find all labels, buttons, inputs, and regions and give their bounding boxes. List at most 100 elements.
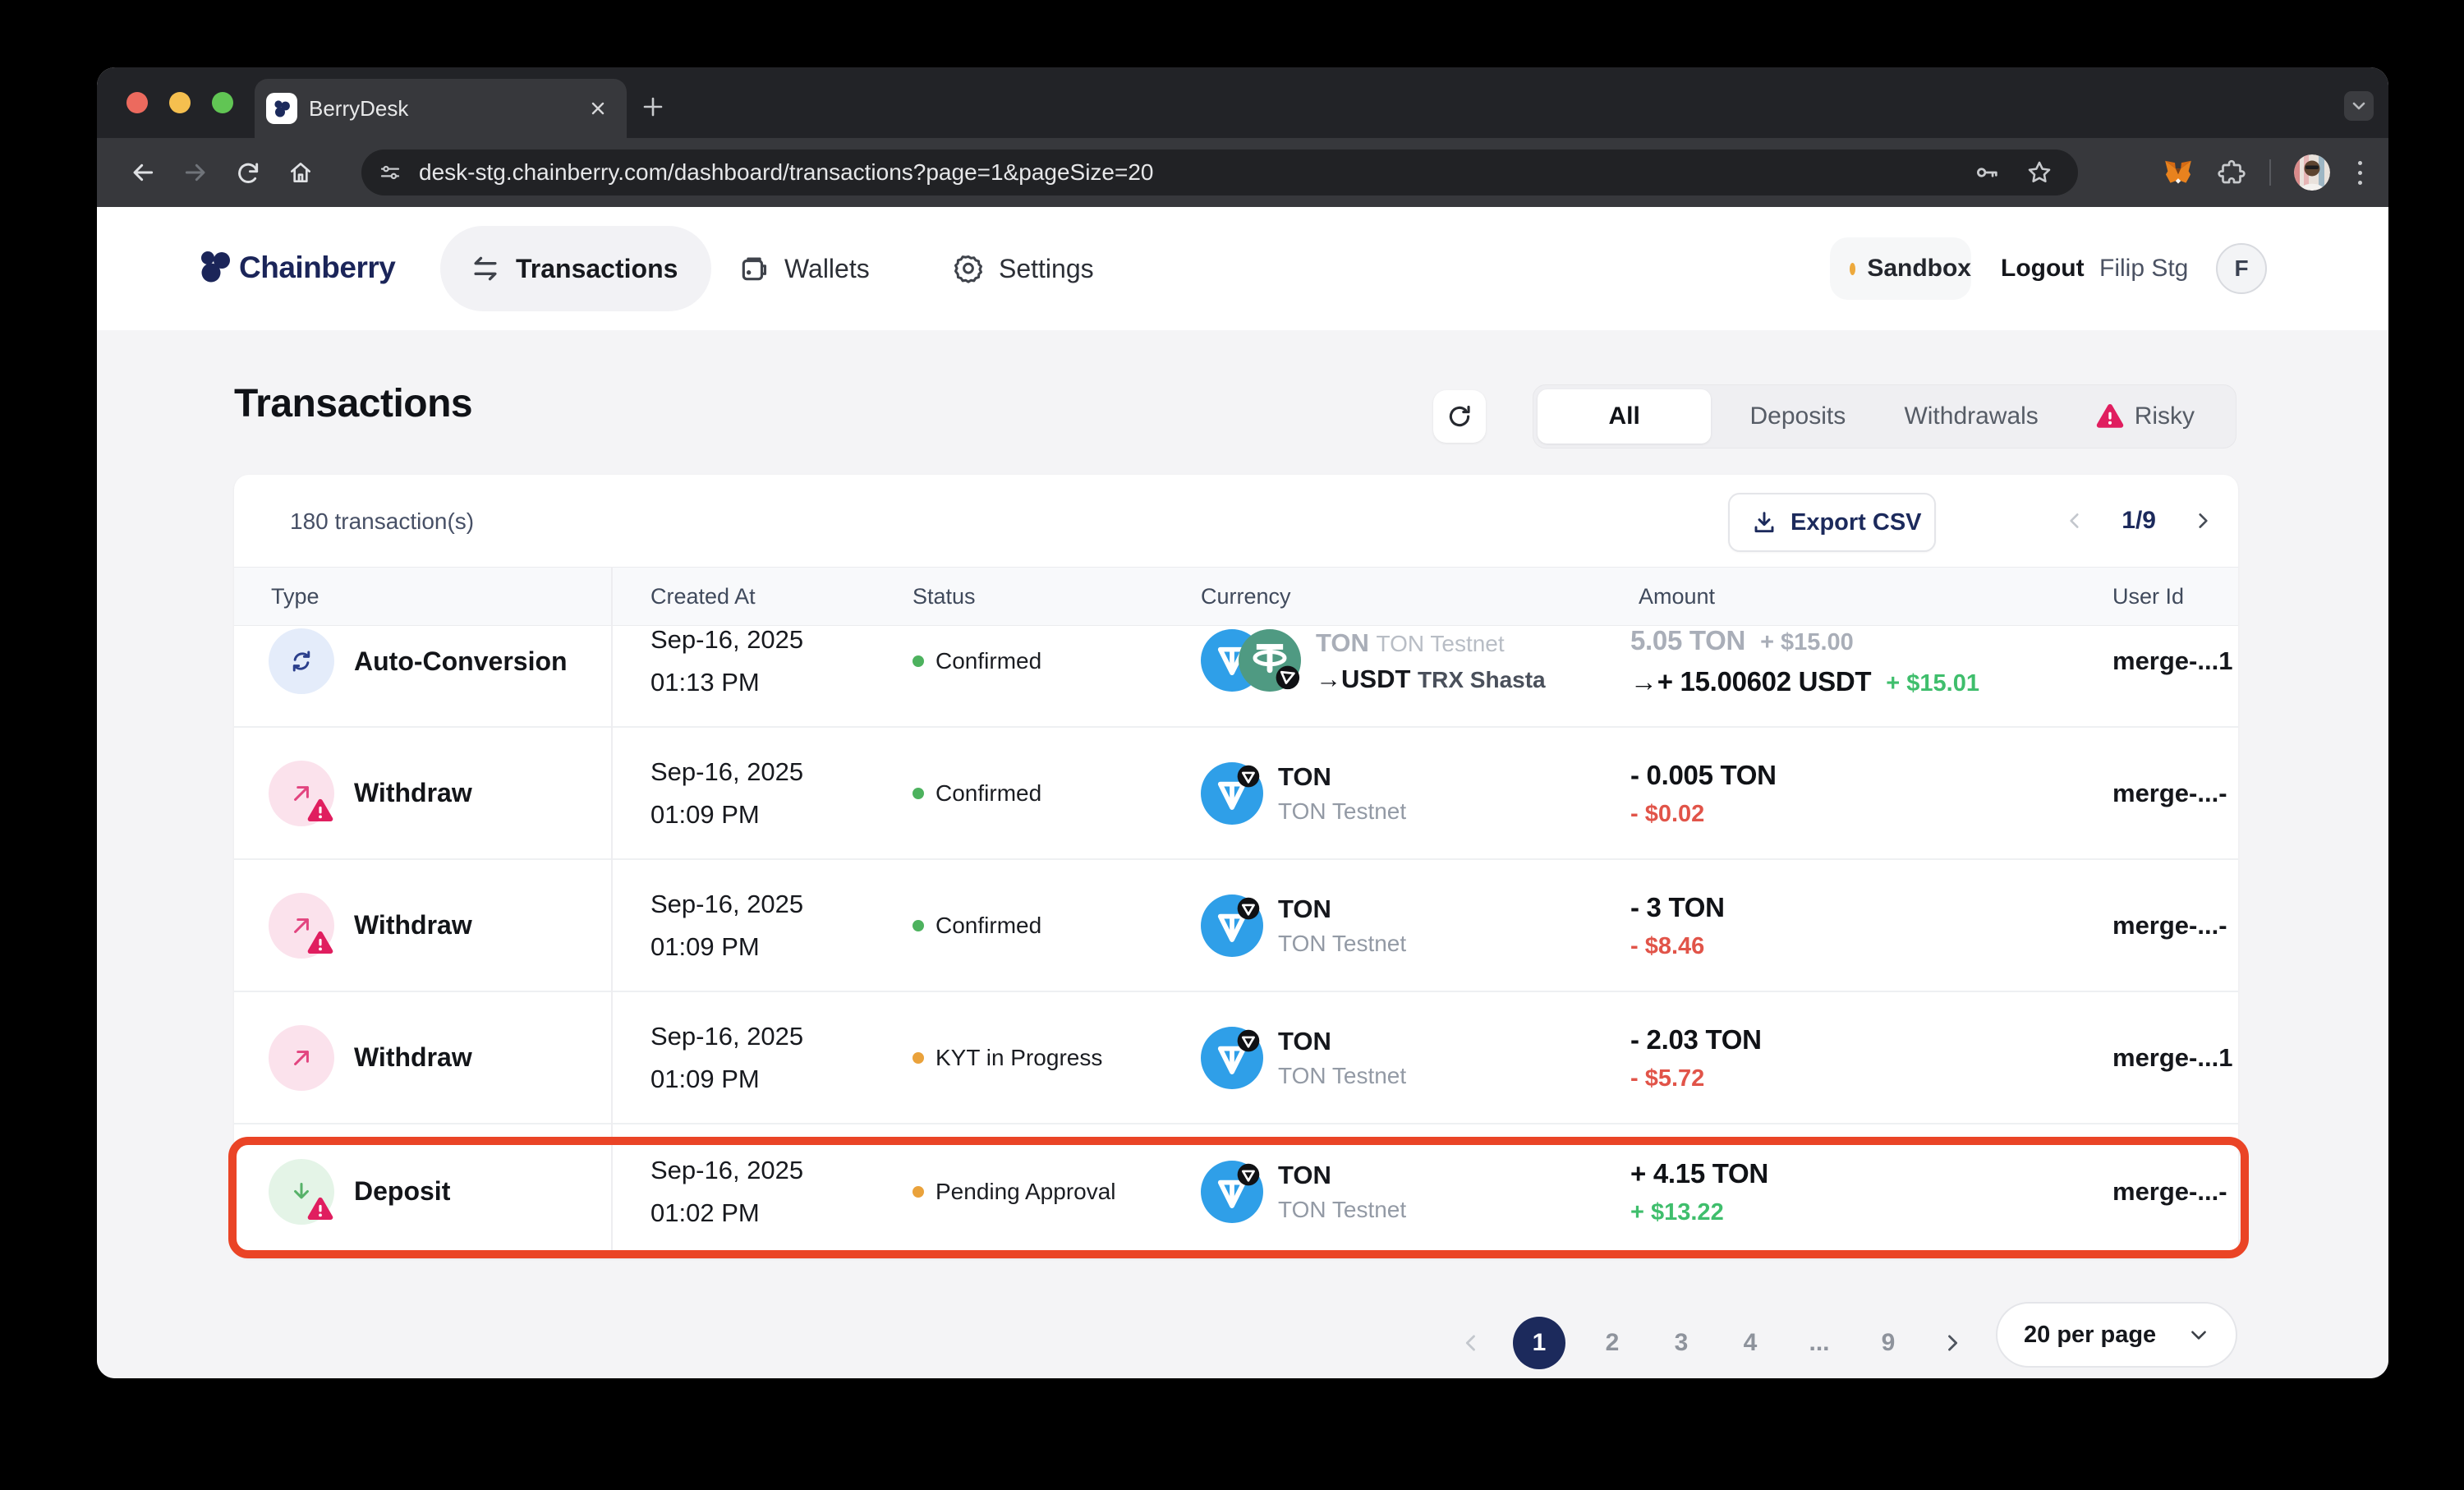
tab-risky[interactable]: Risky xyxy=(2058,389,2232,444)
withdraw-icon xyxy=(269,893,334,959)
browser-window: BerryDesk desk-stg.chainbe xyxy=(97,67,2388,1378)
status-cell: Confirmed xyxy=(908,648,1197,674)
usdt-coin-icon xyxy=(1239,629,1301,692)
currency-symbol: TON xyxy=(1278,1023,1406,1060)
pager-next-icon[interactable] xyxy=(2192,510,2213,531)
per-page-select[interactable]: 20 per page xyxy=(1996,1302,2237,1368)
user-id: merge-...- xyxy=(2112,911,2227,940)
home-button[interactable] xyxy=(274,159,327,186)
page-button[interactable]: 9 xyxy=(1866,1329,1910,1357)
currency-network: TON Testnet xyxy=(1278,927,1406,960)
logout-button[interactable]: Logout xyxy=(2001,255,2085,283)
browser-profile-avatar[interactable] xyxy=(2294,154,2330,191)
extensions-puzzle-icon[interactable] xyxy=(2217,158,2246,187)
created-at-cell: Sep-16, 2025 01:02 PM xyxy=(611,1149,908,1235)
column-status: Status xyxy=(908,584,1197,609)
chainberry-logo[interactable]: Chainberry xyxy=(196,249,395,287)
user-id-cell: merge-...- xyxy=(2103,1177,2238,1207)
password-key-icon[interactable] xyxy=(1973,159,2001,186)
browser-menu-icon[interactable] xyxy=(2353,161,2367,185)
nav-item-transactions[interactable]: Transactions xyxy=(440,226,711,311)
column-type: Type xyxy=(234,584,611,609)
currency-cell: TON TON Testnet xyxy=(1197,1157,1630,1226)
tab-close-icon[interactable] xyxy=(586,96,610,121)
zoom-window-button[interactable] xyxy=(212,92,233,113)
created-time: 01:09 PM xyxy=(650,793,908,836)
forward-button[interactable] xyxy=(169,159,222,186)
amount-cell: + 4.15 TON + $13.22 xyxy=(1630,1153,2103,1230)
page-button[interactable]: 2 xyxy=(1590,1329,1634,1357)
page-button[interactable]: 4 xyxy=(1728,1329,1772,1357)
transaction-type: Auto-Conversion xyxy=(354,646,568,677)
nav-item-settings[interactable]: Settings xyxy=(953,226,1094,311)
browser-tab-strip: BerryDesk xyxy=(97,67,2388,138)
created-time: 01:02 PM xyxy=(650,1192,908,1235)
tab-deposits[interactable]: Deposits xyxy=(1711,389,1884,444)
browser-tab[interactable]: BerryDesk xyxy=(255,79,627,138)
user-id: merge-...- xyxy=(2112,779,2227,807)
user-avatar[interactable]: F xyxy=(2216,243,2267,294)
fiat-amount: + $13.22 xyxy=(1630,1194,2103,1230)
currency-network: TON Testnet xyxy=(1278,795,1406,828)
pager-prev-icon[interactable] xyxy=(2064,510,2085,531)
minimize-window-button[interactable] xyxy=(169,92,191,113)
nav-transactions-label: Transactions xyxy=(516,254,678,284)
from-fiat: + $15.00 xyxy=(1760,626,1854,660)
new-tab-button[interactable] xyxy=(641,94,665,119)
page-button[interactable]: 3 xyxy=(1659,1329,1703,1357)
metamask-extension-icon[interactable] xyxy=(2163,157,2194,188)
currency-cell: TON TON Testnet xyxy=(1197,759,1630,828)
status-label: Confirmed xyxy=(935,780,1041,807)
created-date: Sep-16, 2025 xyxy=(650,1149,908,1192)
currency-cell: TON TON Testnet →USDT TRX Shasta xyxy=(1197,626,1630,697)
transaction-count: 180 transaction(s) xyxy=(290,508,474,535)
tab-all[interactable]: All xyxy=(1538,389,1711,444)
table-row-highlighted[interactable]: Deposit Sep-16, 2025 01:02 PM Pending Ap… xyxy=(234,1124,2238,1258)
to-amount: →+ 15.00602 USDT xyxy=(1630,661,1871,702)
url-text[interactable]: desk-stg.chainberry.com/dashboard/transa… xyxy=(419,159,1973,186)
wallet-icon xyxy=(738,253,770,284)
amount: - 0.005 TON xyxy=(1630,755,2103,796)
tab-withdrawals[interactable]: Withdrawals xyxy=(1885,389,2058,444)
pagination-prev-icon[interactable] xyxy=(1454,1331,1488,1354)
reload-button[interactable] xyxy=(222,159,274,186)
ton-coin-icon xyxy=(1201,1027,1263,1089)
export-csv-button[interactable]: Export CSV xyxy=(1728,493,1936,552)
table-pager: 1/9 xyxy=(2064,475,2213,567)
refresh-button[interactable] xyxy=(1433,390,1486,443)
table-row[interactable]: Withdraw Sep-16, 2025 01:09 PM KYT in Pr… xyxy=(234,992,2238,1124)
created-time: 01:09 PM xyxy=(650,1058,908,1101)
chevron-down-icon xyxy=(2188,1324,2209,1345)
pagination: 1 2 3 4 ... 9 xyxy=(1454,1308,1970,1377)
user-id-cell: merge-...1 xyxy=(2103,1043,2238,1073)
address-bar[interactable]: desk-stg.chainberry.com/dashboard/transa… xyxy=(361,149,2078,195)
risk-warning-icon xyxy=(306,929,334,957)
risk-warning-icon xyxy=(306,1195,334,1223)
status-dot-pending xyxy=(913,1186,924,1198)
close-window-button[interactable] xyxy=(126,92,148,113)
tab-search-chevron-icon[interactable] xyxy=(2344,91,2374,121)
page-button-current[interactable]: 1 xyxy=(1513,1317,1565,1369)
table-row[interactable]: Withdraw Sep-16, 2025 01:09 PM Confirmed xyxy=(234,728,2238,860)
withdraw-icon xyxy=(269,1025,334,1091)
page-ellipsis: ... xyxy=(1797,1329,1841,1357)
status-label: Pending Approval xyxy=(935,1179,1116,1205)
table-row[interactable]: Withdraw Sep-16, 2025 01:09 PM Confirmed xyxy=(234,860,2238,992)
site-settings-icon[interactable] xyxy=(378,160,402,185)
user-id: merge-...- xyxy=(2112,1177,2227,1206)
back-button[interactable] xyxy=(117,159,169,186)
bookmark-star-icon[interactable] xyxy=(2025,159,2053,186)
fiat-amount: - $5.72 xyxy=(1630,1060,2103,1097)
tab-deposits-label: Deposits xyxy=(1750,402,1846,430)
pagination-next-icon[interactable] xyxy=(1935,1331,1970,1354)
brand-name: Chainberry xyxy=(239,251,395,285)
created-date: Sep-16, 2025 xyxy=(650,883,908,926)
nav-item-wallets[interactable]: Wallets xyxy=(738,226,870,311)
table-row[interactable]: Auto-Conversion Sep-16, 2025 01:13 PM Co… xyxy=(234,626,2238,728)
withdraw-icon xyxy=(269,761,334,826)
status-dot-confirmed xyxy=(913,655,924,667)
status-cell: KYT in Progress xyxy=(908,1045,1197,1071)
risk-warning-icon xyxy=(2095,402,2125,431)
user-name: Filip Stg xyxy=(2099,255,2188,283)
created-date: Sep-16, 2025 xyxy=(650,1015,908,1058)
